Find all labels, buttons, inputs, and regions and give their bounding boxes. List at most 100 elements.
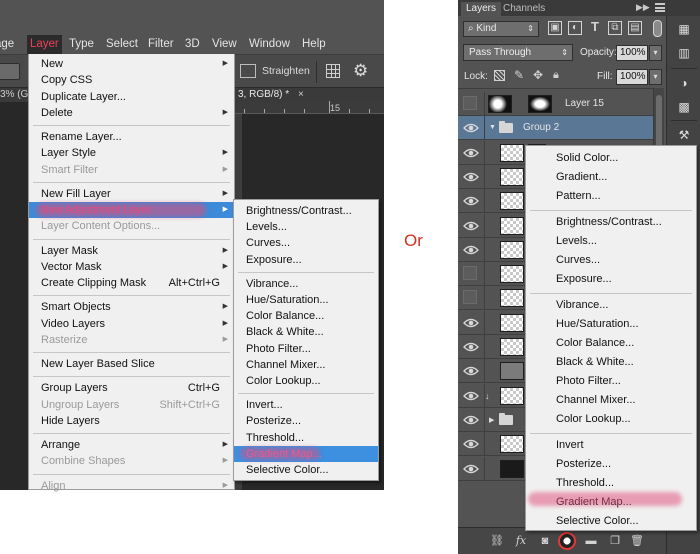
- layer-thumbnail[interactable]: [500, 459, 524, 478]
- delete-layer-icon[interactable]: 🗑︎: [630, 534, 644, 548]
- menu-item-threshold[interactable]: Threshold...: [234, 430, 378, 446]
- eye-icon[interactable]: [463, 364, 479, 378]
- menu-item-vector-mask[interactable]: Vector Mask ▶: [29, 259, 234, 275]
- eye-icon[interactable]: [463, 219, 479, 233]
- menu-item-arrange[interactable]: Arrange ▶: [29, 437, 234, 453]
- eye-icon[interactable]: [463, 146, 479, 160]
- menu-item-color-balance[interactable]: Color Balance...: [234, 308, 378, 324]
- adjustments-panel-icon[interactable]: ◑: [676, 76, 692, 90]
- menubar-item-3d[interactable]: 3D: [182, 35, 203, 54]
- menu-item-copy-css[interactable]: Copy CSS: [29, 72, 234, 88]
- visibility-toggle[interactable]: [463, 266, 477, 281]
- menu-item-solid-color[interactable]: Solid Color...: [526, 149, 696, 168]
- menu-item-hue-saturation[interactable]: Hue/Saturation...: [526, 315, 696, 334]
- close-tab-icon[interactable]: ×: [298, 88, 304, 102]
- menu-item-photo-filter[interactable]: Photo Filter...: [234, 341, 378, 357]
- menu-item-curves[interactable]: Curves...: [526, 251, 696, 270]
- menubar-item-help[interactable]: Help: [299, 35, 329, 54]
- eye-icon[interactable]: [463, 316, 479, 330]
- menu-item-color-lookup[interactable]: Color Lookup...: [234, 373, 378, 389]
- menu-item-group-layers[interactable]: Group Layers Ctrl+G: [29, 380, 234, 396]
- collapse-icon[interactable]: ▶▶: [636, 2, 650, 13]
- menu-item-vibrance[interactable]: Vibrance...: [526, 296, 696, 315]
- blend-mode-dropdown[interactable]: Pass Through ⇕: [463, 44, 573, 61]
- menu-item-photo-filter[interactable]: Photo Filter...: [526, 372, 696, 391]
- menu-item-posterize[interactable]: Posterize...: [526, 455, 696, 474]
- menu-item-black-white[interactable]: Black & White...: [234, 324, 378, 340]
- menu-item-levels[interactable]: Levels...: [234, 219, 378, 235]
- eye-icon[interactable]: [463, 413, 479, 427]
- menu-item-exposure[interactable]: Exposure...: [234, 252, 378, 268]
- menu-item-vibrance[interactable]: Vibrance...: [234, 276, 378, 292]
- menu-item-layer-style[interactable]: Layer Style ▶: [29, 145, 234, 161]
- menu-item-posterize[interactable]: Posterize...: [234, 413, 378, 429]
- menu-item-channel-mixer[interactable]: Channel Mixer...: [234, 357, 378, 373]
- layer-thumbnail[interactable]: [500, 143, 524, 162]
- layer-thumbnail[interactable]: [500, 240, 524, 259]
- swatches-panel-icon[interactable]: ▥: [676, 46, 692, 60]
- add-mask-icon[interactable]: ◙: [538, 534, 552, 548]
- visibility-toggle[interactable]: [463, 96, 477, 110]
- lock-all-icon[interactable]: 🔒︎: [553, 70, 564, 81]
- menu-item-delete[interactable]: Delete ▶: [29, 105, 234, 121]
- visibility-toggle[interactable]: [463, 290, 477, 305]
- eye-icon[interactable]: [463, 194, 479, 208]
- fill-dropdown[interactable]: ▾: [649, 69, 662, 85]
- lock-position-icon[interactable]: ✥: [533, 69, 544, 81]
- gear-icon[interactable]: ⚙: [353, 61, 368, 81]
- menu-item-new-fill-layer[interactable]: New Fill Layer ▶: [29, 186, 234, 202]
- menu-item-color-balance[interactable]: Color Balance...: [526, 334, 696, 353]
- layer-thumbnail[interactable]: [500, 338, 524, 356]
- eye-icon[interactable]: [463, 462, 479, 476]
- layer-thumbnail[interactable]: [500, 265, 524, 284]
- menu-item-new[interactable]: New ▶: [29, 56, 234, 72]
- new-group-icon[interactable]: ▬: [584, 534, 598, 548]
- menu-item-duplicate-layer[interactable]: Duplicate Layer...: [29, 89, 234, 105]
- menubar-item-filter[interactable]: Filter: [145, 35, 177, 54]
- menu-item-hide-layers[interactable]: Hide Layers: [29, 413, 234, 429]
- menu-item-smart-objects[interactable]: Smart Objects ▶: [29, 299, 234, 315]
- layer-mask-thumbnail[interactable]: [528, 95, 552, 113]
- layer-thumbnail[interactable]: [500, 216, 524, 235]
- layer-thumbnail[interactable]: [500, 192, 524, 211]
- menu-item-layer-mask[interactable]: Layer Mask ▶: [29, 243, 234, 259]
- menubar-item-window[interactable]: Window: [246, 35, 293, 54]
- layer-thumbnail[interactable]: [500, 313, 524, 332]
- tool-preset-dropdown[interactable]: [0, 63, 20, 80]
- layer-thumbnail[interactable]: [488, 95, 512, 113]
- menubar-item-type[interactable]: Type: [66, 35, 97, 54]
- color-panel-icon[interactable]: ▦: [676, 22, 692, 36]
- document-tab-active[interactable]: 3, RGB/8) *: [238, 88, 289, 102]
- layer-style-fx-icon[interactable]: fx: [514, 534, 528, 548]
- menu-item-black-white[interactable]: Black & White...: [526, 353, 696, 372]
- straighten-icon[interactable]: [240, 64, 256, 78]
- link-layers-icon[interactable]: ⛓: [490, 534, 504, 548]
- layer-thumbnail[interactable]: [500, 167, 524, 186]
- new-adjustment-layer-icon[interactable]: [558, 532, 576, 550]
- menu-item-rename-layer[interactable]: Rename Layer...: [29, 129, 234, 145]
- layer-row-group[interactable]: ▼ Group 2: [458, 116, 653, 141]
- styles-panel-icon[interactable]: ▩: [676, 100, 692, 114]
- tool-presets-icon[interactable]: ⚒: [676, 128, 692, 142]
- menubar-item-layer[interactable]: Layer: [27, 35, 62, 54]
- filter-adjustment-icon[interactable]: ◐: [568, 21, 582, 35]
- straighten-button[interactable]: Straighten: [262, 65, 310, 77]
- filter-toggle[interactable]: [653, 20, 662, 37]
- lock-transparency-icon[interactable]: [494, 70, 505, 81]
- menu-item-brightness-contrast[interactable]: Brightness/Contrast...: [234, 203, 378, 219]
- menu-item-selective-color[interactable]: Selective Color...: [234, 462, 378, 478]
- layer-thumbnail[interactable]: [500, 386, 524, 405]
- menubar-item-view[interactable]: View: [209, 35, 240, 54]
- group-expand-icon[interactable]: ▶: [489, 416, 494, 424]
- group-expand-icon[interactable]: ▼: [489, 124, 496, 131]
- filter-type-icon[interactable]: T: [588, 20, 602, 35]
- panel-menu-icon[interactable]: [655, 3, 665, 12]
- filter-smart-object-icon[interactable]: ▤: [628, 21, 642, 35]
- menu-item-invert[interactable]: Invert...: [234, 397, 378, 413]
- tab-layers[interactable]: Layers: [461, 2, 502, 16]
- layer-thumbnail[interactable]: [500, 289, 524, 308]
- menu-item-threshold[interactable]: Threshold...: [526, 474, 696, 493]
- eye-icon[interactable]: [463, 389, 479, 403]
- eye-icon[interactable]: [463, 170, 479, 184]
- filter-kind-dropdown[interactable]: ⌕ Kind ⇕: [463, 21, 539, 37]
